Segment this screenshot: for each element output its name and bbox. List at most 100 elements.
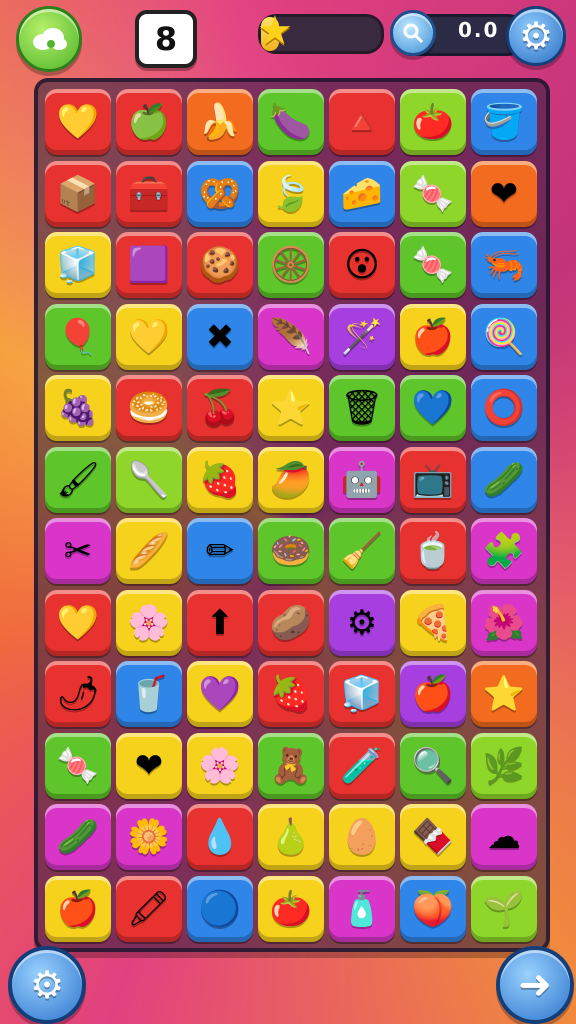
tile-cross[interactable]: ✖ bbox=[187, 303, 253, 370]
tile-tomato[interactable]: 🍅 bbox=[258, 875, 324, 942]
tile-heart[interactable]: 💙 bbox=[400, 375, 466, 441]
tile-spoon[interactable]: 🥄 bbox=[116, 446, 182, 513]
tile-scissors[interactable]: ✂ bbox=[45, 518, 111, 584]
tile-triangle[interactable]: 🔺 bbox=[329, 89, 395, 155]
tile-brush[interactable]: 🖌 bbox=[45, 446, 111, 513]
tile-puzzle[interactable]: 🧩 bbox=[471, 518, 537, 584]
settings-button-top[interactable]: ⚙ bbox=[506, 6, 566, 66]
tile-cheese[interactable]: 🧀 bbox=[329, 160, 395, 227]
tile-heart[interactable]: 💛 bbox=[45, 589, 111, 656]
tile-pear[interactable]: 🍐 bbox=[258, 804, 324, 870]
tile-bottle[interactable]: 🧴 bbox=[329, 875, 395, 942]
tile-drop[interactable]: 💧 bbox=[187, 804, 253, 870]
tile-shrimp[interactable]: 🦐 bbox=[471, 232, 537, 298]
shrimp-icon: 🦐 bbox=[482, 245, 526, 285]
tile-banana[interactable]: 🍌 bbox=[187, 89, 253, 155]
tile-mango[interactable]: 🥭 bbox=[258, 446, 324, 513]
tile-star[interactable]: ⭐ bbox=[258, 375, 324, 441]
tile-pencil[interactable]: ✏ bbox=[187, 518, 253, 584]
tile-wand[interactable]: 🪄 bbox=[329, 303, 395, 370]
tile-magnifier[interactable]: 🔍 bbox=[400, 732, 466, 799]
tile-wheel[interactable]: 🛞 bbox=[258, 232, 324, 298]
tile-heart[interactable]: ❤ bbox=[471, 160, 537, 227]
tile-candy[interactable]: 🍬 bbox=[400, 232, 466, 298]
tile-ring[interactable]: 🔵 bbox=[187, 875, 253, 942]
tile-tv[interactable]: 📺 bbox=[400, 446, 466, 513]
next-button[interactable]: ➜ bbox=[496, 946, 574, 1024]
tile-crayon[interactable]: 🖍 bbox=[116, 875, 182, 942]
tile-strawberry[interactable]: 🍓 bbox=[258, 661, 324, 727]
tile-cucumber[interactable]: 🥒 bbox=[471, 446, 537, 513]
tile-cup[interactable]: 🍵 bbox=[400, 518, 466, 584]
flower-icon: 🌸 bbox=[198, 745, 242, 786]
donut-icon: 🥯 bbox=[127, 388, 171, 428]
tile-bin[interactable]: 🗑 bbox=[329, 375, 395, 441]
tile-heart[interactable]: 💜 bbox=[187, 661, 253, 727]
settings-button-bottom[interactable]: ⚙ bbox=[8, 946, 86, 1024]
tile-broom[interactable]: 🧹 bbox=[329, 518, 395, 584]
mango-icon: 🥭 bbox=[269, 459, 313, 500]
tile-ring[interactable]: ⭕ bbox=[471, 375, 537, 441]
tile-square[interactable]: 🟪 bbox=[116, 232, 182, 298]
tile-cup[interactable]: 🥤 bbox=[116, 661, 182, 727]
tile-peach[interactable]: 🍑 bbox=[400, 875, 466, 942]
tile-ice[interactable]: 🧊 bbox=[329, 661, 395, 727]
square-icon: 🟪 bbox=[127, 245, 171, 285]
tile-flower[interactable]: 🌸 bbox=[116, 589, 182, 656]
tile-cube[interactable]: 🧊 bbox=[45, 232, 111, 298]
tile-pizza[interactable]: 🍕 bbox=[400, 589, 466, 656]
tile-grape[interactable]: 🍇 bbox=[45, 375, 111, 441]
potion-icon: 🧪 bbox=[340, 745, 384, 786]
tile-cucumber[interactable]: 🥒 bbox=[45, 804, 111, 870]
cheese-icon: 🧀 bbox=[340, 173, 384, 214]
tile-leaf[interactable]: 🍃 bbox=[258, 160, 324, 227]
cherry-icon: 🍒 bbox=[198, 388, 242, 428]
tile-face[interactable]: 😮 bbox=[329, 232, 395, 298]
tile-star[interactable]: ⭐ bbox=[471, 661, 537, 727]
tile-donut[interactable]: 🍩 bbox=[258, 518, 324, 584]
tile-heart[interactable]: 💛 bbox=[45, 89, 111, 155]
tile-apple-slice[interactable]: 🍏 bbox=[116, 89, 182, 155]
tile-flower[interactable]: 🌺 bbox=[471, 589, 537, 656]
tile-balloon[interactable]: 🎈 bbox=[45, 303, 111, 370]
spoon-icon: 🥄 bbox=[127, 459, 171, 500]
tile-crate[interactable]: 🧰 bbox=[116, 160, 182, 227]
tile-flower[interactable]: 🌼 bbox=[116, 804, 182, 870]
tile-gear[interactable]: ⚙ bbox=[329, 589, 395, 656]
tile-heart[interactable]: 💛 bbox=[116, 303, 182, 370]
tile-pretzel[interactable]: 🥨 bbox=[187, 160, 253, 227]
tile-toy[interactable]: 🧸 bbox=[258, 732, 324, 799]
tile-robot[interactable]: 🤖 bbox=[329, 446, 395, 513]
tile-cloud[interactable]: ☁ bbox=[471, 804, 537, 870]
tile-arrow[interactable]: ⬆ bbox=[187, 589, 253, 656]
tile-flower[interactable]: 🌸 bbox=[187, 732, 253, 799]
tile-apple[interactable]: 🍎 bbox=[400, 661, 466, 727]
tile-pepper[interactable]: 🌶 bbox=[45, 661, 111, 727]
tile-candy[interactable]: 🍬 bbox=[45, 732, 111, 799]
tile-bucket[interactable]: 🪣 bbox=[471, 89, 537, 155]
tile-eggplant[interactable]: 🍆 bbox=[258, 89, 324, 155]
tile-feather[interactable]: 🪶 bbox=[258, 303, 324, 370]
tile-candy[interactable]: 🍬 bbox=[400, 160, 466, 227]
tile-potato[interactable]: 🥔 bbox=[258, 589, 324, 656]
tile-tomato[interactable]: 🍅 bbox=[400, 89, 466, 155]
tile-chocolate[interactable]: 🍫 bbox=[400, 804, 466, 870]
tile-sprout[interactable]: 🌱 bbox=[471, 875, 537, 942]
tile-lollipop[interactable]: 🍭 bbox=[471, 303, 537, 370]
tile-cherry[interactable]: 🍒 bbox=[187, 375, 253, 441]
cloud-button[interactable] bbox=[16, 6, 82, 72]
tile-bread[interactable]: 🥖 bbox=[116, 518, 182, 584]
search-button[interactable] bbox=[390, 10, 436, 56]
tile-cookie[interactable]: 🍪 bbox=[187, 232, 253, 298]
tile-box[interactable]: 📦 bbox=[45, 160, 111, 227]
ring-icon: ⭕ bbox=[482, 388, 526, 428]
tile-apple[interactable]: 🍎 bbox=[400, 303, 466, 370]
tile-heart[interactable]: ❤ bbox=[116, 732, 182, 799]
tile-apple[interactable]: 🍎 bbox=[45, 875, 111, 942]
tile-egg[interactable]: 🥚 bbox=[329, 804, 395, 870]
tile-donut[interactable]: 🥯 bbox=[116, 375, 182, 441]
toy-icon: 🧸 bbox=[269, 745, 313, 786]
tile-strawberry[interactable]: 🍓 bbox=[187, 446, 253, 513]
tile-potion[interactable]: 🧪 bbox=[329, 732, 395, 799]
tile-leaf[interactable]: 🌿 bbox=[471, 732, 537, 799]
